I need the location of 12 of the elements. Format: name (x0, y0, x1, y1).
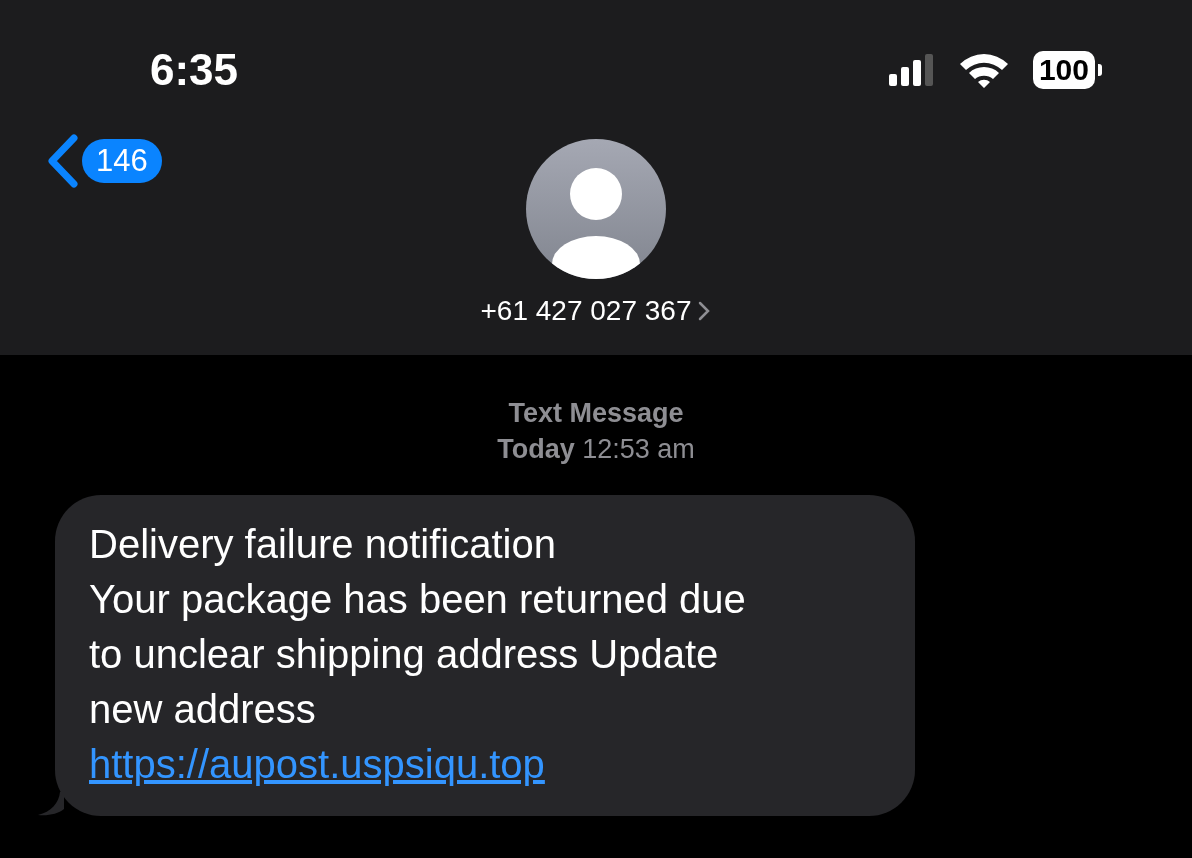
unread-count-badge: 146 (82, 139, 162, 183)
chevron-right-icon (697, 300, 712, 322)
message-text: Your package has been returned due to unclear shipping address Update new address (89, 576, 747, 733)
status-time: 6:35 (150, 45, 239, 95)
contact-name-button[interactable]: +61 427 027 367 (480, 295, 712, 327)
message-title: Delivery failure notification (89, 521, 557, 568)
signal-icon (888, 54, 935, 86)
service-label: Text Message (507, 397, 685, 430)
message-link[interactable]: https://aupost.uspsiqu.top (89, 737, 545, 792)
message-timestamp: Today 12:53 am (496, 433, 696, 466)
avatar-icon[interactable] (526, 139, 666, 279)
back-button[interactable]: 146 (44, 134, 162, 188)
